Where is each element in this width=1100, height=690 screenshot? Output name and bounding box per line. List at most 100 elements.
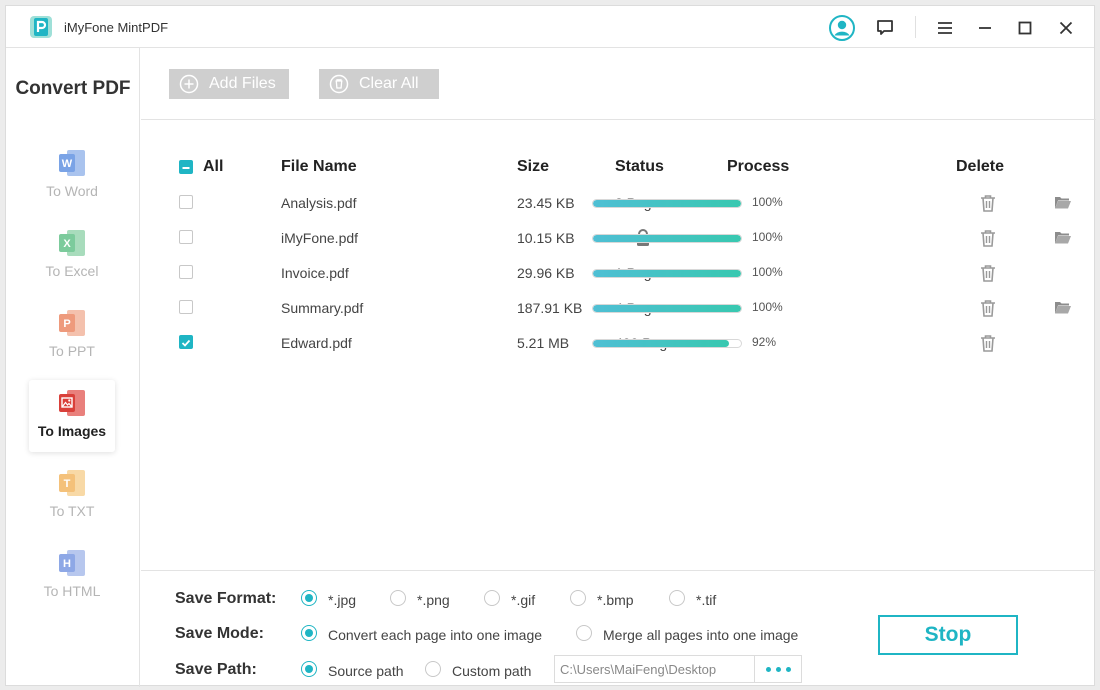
file-name: iMyFone.pdf	[281, 230, 359, 246]
svg-text:H: H	[63, 558, 71, 570]
format-png-radio[interactable]	[390, 590, 406, 606]
header-status: Status	[615, 158, 664, 175]
file-name: Summary.pdf	[281, 300, 364, 316]
file-size: 5.21 MB	[517, 335, 570, 351]
table-row: Analysis.pdf 23.45 KB 2 Pages 100%	[141, 194, 1096, 229]
sidebar-item-to-word[interactable]: W To Word	[29, 140, 115, 212]
delete-icon[interactable]	[980, 334, 996, 352]
mode-each-page-label: Convert each page into one image	[328, 627, 543, 643]
row-checkbox[interactable]	[179, 265, 193, 279]
txt-icon: T	[59, 470, 85, 496]
delete-icon[interactable]	[980, 299, 996, 317]
minimize-button[interactable]	[971, 14, 999, 42]
maximize-button[interactable]	[1011, 14, 1039, 42]
sidebar-item-label: To HTML	[43, 583, 101, 599]
sidebar-item-to-txt[interactable]: T To TXT	[29, 460, 115, 532]
save-mode-label: Save Mode:	[175, 625, 264, 642]
minimize-icon	[979, 27, 991, 29]
dot-icon	[765, 666, 771, 672]
progress-percent: 92%	[752, 335, 777, 349]
progress-bar	[592, 199, 742, 208]
file-size: 29.96 KB	[517, 265, 575, 281]
menu-button[interactable]	[931, 14, 959, 42]
feedback-button[interactable]	[871, 14, 899, 42]
close-button[interactable]	[1052, 14, 1080, 42]
sidebar: Convert PDF W To Word X To Excel P To PP…	[6, 48, 140, 687]
mode-merge-label: Merge all pages into one image	[603, 627, 799, 643]
add-files-button[interactable]: Add Files	[169, 69, 289, 99]
file-size: 23.45 KB	[517, 195, 575, 211]
path-custom-label: Custom path	[452, 663, 532, 679]
header-size: Size	[517, 158, 550, 175]
path-source-radio[interactable]	[301, 661, 317, 677]
row-checkbox[interactable]	[179, 195, 193, 209]
select-all-checkbox[interactable]	[179, 160, 193, 174]
user-icon	[829, 15, 855, 41]
sidebar-item-to-html[interactable]: H To HTML	[29, 540, 115, 612]
mode-each-page-radio[interactable]	[301, 625, 317, 641]
header-file-name: File Name	[281, 158, 357, 175]
row-checkbox[interactable]	[179, 335, 193, 349]
browse-path-button[interactable]	[755, 655, 802, 683]
save-format-label: Save Format:	[175, 590, 277, 607]
delete-icon[interactable]	[980, 229, 996, 247]
path-source-label: Source path	[328, 663, 404, 679]
progress-bar	[592, 234, 742, 243]
open-folder-icon[interactable]	[1054, 195, 1072, 209]
format-tif-label: *.tif	[696, 592, 717, 608]
file-name: Edward.pdf	[281, 335, 352, 351]
dot-icon	[785, 666, 791, 672]
save-path-label: Save Path:	[175, 661, 257, 678]
sidebar-item-label: To Word	[46, 183, 98, 199]
format-bmp-radio[interactable]	[570, 590, 586, 606]
table-row: iMyFone.pdf 10.15 KB 100%	[141, 229, 1096, 264]
progress-bar	[592, 304, 742, 313]
dot-icon	[775, 666, 781, 672]
header-all: All	[203, 158, 224, 175]
table-row: Summary.pdf 187.91 KB 4 Pages 100%	[141, 299, 1096, 334]
format-gif-label: *.gif	[511, 592, 536, 608]
sidebar-item-label: To Excel	[45, 263, 99, 279]
progress-percent: 100%	[752, 300, 783, 314]
format-gif-radio[interactable]	[484, 590, 500, 606]
clear-all-button[interactable]: Clear All	[319, 69, 439, 99]
table-row: Edward.pdf 5.21 MB 499 Pages 92%	[141, 334, 1096, 369]
header-process: Process	[727, 158, 790, 175]
path-custom-radio[interactable]	[425, 661, 441, 677]
sidebar-title: Convert PDF	[15, 78, 131, 99]
add-files-label: Add Files	[209, 75, 276, 92]
file-name: Invoice.pdf	[281, 265, 349, 281]
delete-icon[interactable]	[980, 194, 996, 212]
app-window: iMyFone MintPDF Convert PDF W To Word X …	[5, 5, 1096, 687]
open-folder-icon[interactable]	[1054, 230, 1072, 244]
progress-percent: 100%	[752, 195, 783, 209]
progress-percent: 100%	[752, 265, 783, 279]
sidebar-item-to-excel[interactable]: X To Excel	[29, 220, 115, 292]
sidebar-item-to-ppt[interactable]: P To PPT	[29, 300, 115, 372]
table-row: Invoice.pdf 29.96 KB 1 Page 100%	[141, 264, 1096, 299]
word-icon: W	[59, 150, 85, 176]
sidebar-item-label: To PPT	[49, 343, 95, 359]
format-bmp-label: *.bmp	[597, 592, 634, 608]
file-table: All File Name Size Status Process Delete…	[141, 121, 1096, 570]
format-jpg-radio[interactable]	[301, 590, 317, 606]
format-tif-radio[interactable]	[669, 590, 685, 606]
sidebar-item-to-images[interactable]: To Images	[29, 380, 115, 452]
app-title: iMyFone MintPDF	[64, 20, 169, 35]
stop-button[interactable]: Stop	[878, 615, 1018, 655]
format-png-label: *.png	[417, 592, 450, 608]
mode-merge-radio[interactable]	[576, 625, 592, 641]
chat-icon	[877, 20, 893, 35]
open-folder-icon[interactable]	[1054, 300, 1072, 314]
html-icon: H	[59, 550, 85, 576]
header-delete: Delete	[956, 158, 1005, 175]
account-button[interactable]	[828, 14, 856, 42]
row-checkbox[interactable]	[179, 300, 193, 314]
file-size: 187.91 KB	[517, 300, 583, 316]
row-checkbox[interactable]	[179, 230, 193, 244]
toolbar: Add Files Clear All	[141, 48, 1096, 120]
save-path-input[interactable]	[554, 655, 755, 683]
options-panel: Save Format: *.jpg *.png *.gif *.bmp *.t…	[141, 570, 1096, 687]
delete-icon[interactable]	[980, 264, 996, 282]
trash-circle-icon	[329, 74, 349, 94]
